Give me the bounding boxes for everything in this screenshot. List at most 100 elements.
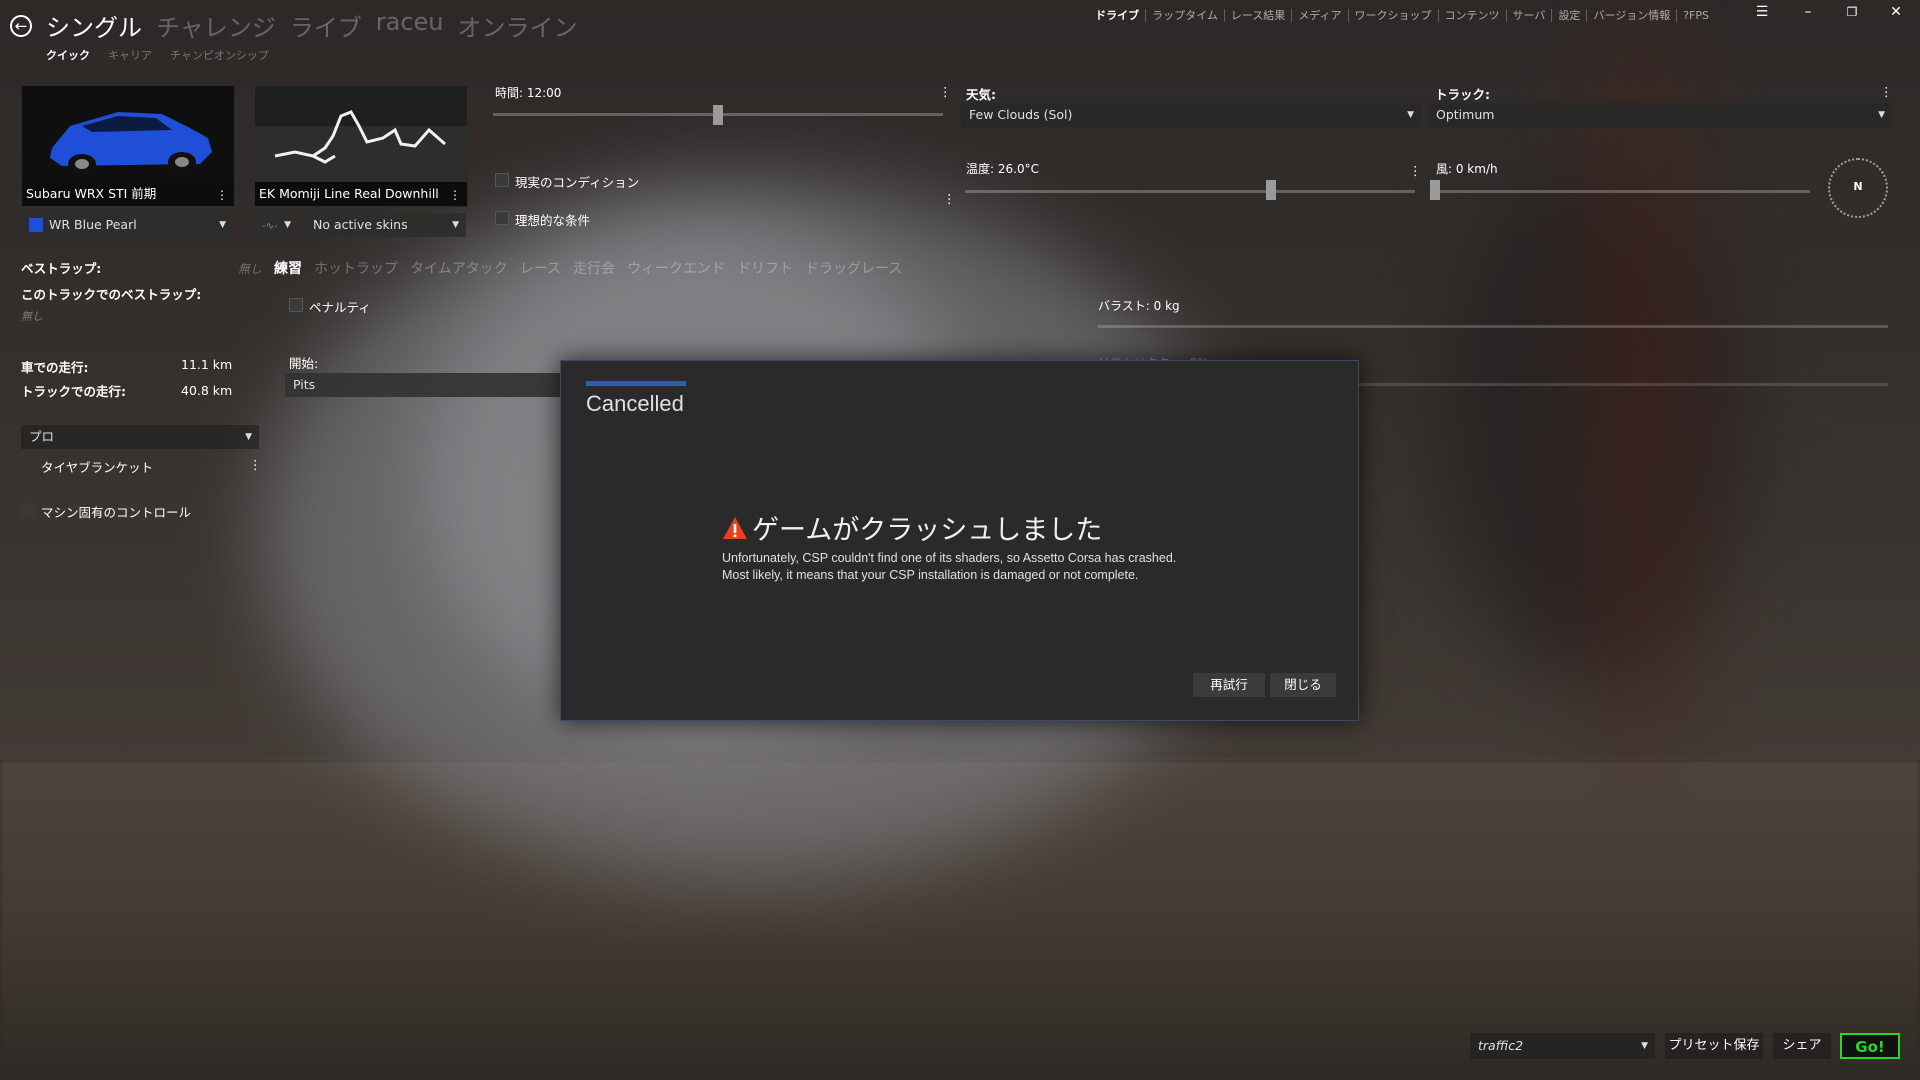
conditions-more-icon[interactable]: ⋮	[943, 191, 956, 206]
temperature-slider[interactable]	[965, 190, 1415, 193]
save-preset-button[interactable]: プリセット保存	[1665, 1033, 1763, 1059]
temperature-more-icon[interactable]: ⋮	[1409, 163, 1422, 178]
track-distance-value: 40.8 km	[181, 383, 233, 398]
track-state-select[interactable]: Optimum ▼	[1428, 103, 1892, 127]
time-more-icon[interactable]: ⋮	[939, 84, 952, 99]
track-card[interactable]: EK Momiji Line Real Downhill ⋮	[254, 85, 468, 207]
menu-icon[interactable]: ☰	[1750, 4, 1774, 20]
preset-select[interactable]: traffic2 ▼	[1470, 1033, 1655, 1059]
car-card[interactable]: Subaru WRX STI 前期 ⋮	[21, 85, 235, 207]
car-more-icon[interactable]: ⋮	[216, 188, 228, 202]
mode-drag[interactable]: ドラッグレース	[805, 258, 902, 278]
mode-hotlap[interactable]: ホットラップ	[314, 258, 398, 278]
nav-workshop[interactable]: ワークショップ	[1347, 9, 1438, 22]
best-lap-value: 無し	[21, 310, 43, 323]
time-slider-thumb[interactable]	[713, 105, 723, 125]
mode-drift[interactable]: ドリフト	[737, 258, 793, 278]
subtab-career[interactable]: キャリア	[108, 47, 152, 63]
wind-slider[interactable]	[1430, 190, 1810, 193]
main-tabs: シングル チャレンジ ライブ raceu オンライン	[46, 8, 578, 43]
share-button[interactable]: シェア	[1773, 1033, 1831, 1059]
dialog-headline-text: ゲームがクラッシュしました	[752, 515, 1103, 546]
nav-media[interactable]: メディア	[1291, 9, 1347, 22]
restore-icon[interactable]: ❐	[1840, 5, 1864, 19]
chevron-down-icon: ▼	[245, 432, 252, 442]
assist-preset-value: プロ	[29, 429, 55, 444]
chevron-down-icon: ▼	[219, 220, 226, 230]
wind-label: 風: 0 km/h	[1436, 162, 1498, 176]
mode-none[interactable]: 無し	[238, 258, 262, 278]
ideal-conditions-checkbox[interactable]	[495, 211, 509, 225]
track-thumbnail	[255, 86, 467, 182]
car-name: Subaru WRX STI 前期	[22, 182, 234, 206]
nav-results[interactable]: レース結果	[1223, 9, 1291, 22]
subtab-quick[interactable]: クイック	[46, 47, 90, 63]
nav-about[interactable]: バージョン情報	[1586, 9, 1676, 22]
minimize-icon[interactable]: –	[1796, 4, 1820, 20]
car-skin-select[interactable]: WR Blue Pearl ▼	[21, 213, 233, 237]
car-distance-label: 車での走行:	[21, 360, 89, 375]
nav-fps[interactable]: ?FPS	[1676, 9, 1715, 22]
weather-value: Few Clouds (Sol)	[969, 107, 1073, 122]
time-label: 時間: 12:00	[495, 86, 562, 100]
real-conditions-checkbox[interactable]	[495, 173, 509, 187]
chevron-down-icon: ▼	[1878, 110, 1885, 120]
dialog-title: Cancelled	[586, 391, 684, 416]
temperature-label: 温度: 26.0°C	[966, 162, 1039, 176]
penalty-checkbox[interactable]	[289, 298, 303, 312]
car-specific-checkbox[interactable]	[21, 503, 35, 517]
mode-weekend[interactable]: ウィークエンド	[627, 258, 725, 278]
tab-live[interactable]: ライブ	[290, 8, 362, 43]
penalty-label: ペナルティ	[309, 300, 371, 315]
restrictor-slider[interactable]	[1358, 383, 1888, 386]
subtab-championship[interactable]: チャンピオンシップ	[170, 47, 269, 63]
wind-direction-compass[interactable]: N	[1828, 158, 1888, 218]
dialog-accent-bar	[586, 381, 686, 386]
tab-raceu[interactable]: raceu	[376, 8, 444, 43]
ballast-label: バラスト: 0 kg	[1098, 299, 1180, 313]
tyre-blanket-checkbox[interactable]	[25, 458, 39, 472]
mode-practice[interactable]: 練習	[274, 258, 302, 278]
wind-slider-thumb[interactable]	[1430, 180, 1440, 200]
nav-servers[interactable]: サーバ	[1505, 9, 1552, 22]
track-skin-value: No active skins	[313, 217, 408, 232]
nav-laptimes[interactable]: ラップタイム	[1145, 9, 1224, 22]
sub-tabs: クイック キャリア チャンピオンシップ	[46, 47, 269, 63]
go-button[interactable]: Go!	[1840, 1033, 1900, 1059]
mode-trackday[interactable]: 走行会	[573, 258, 615, 278]
tab-challenge[interactable]: チャレンジ	[156, 8, 276, 43]
start-position-select[interactable]: Pits	[285, 373, 565, 397]
compass-north-label: N	[1853, 180, 1863, 193]
start-position-value: Pits	[293, 377, 316, 392]
nav-settings[interactable]: 設定	[1551, 9, 1586, 22]
assist-preset-select[interactable]: プロ ▼	[21, 425, 259, 449]
car-skin-value: WR Blue Pearl	[49, 217, 137, 232]
tab-single[interactable]: シングル	[46, 8, 142, 43]
chevron-down-icon: ▼	[284, 220, 291, 230]
track-layout-select[interactable]: -∿- ▼	[254, 213, 298, 237]
tab-online[interactable]: オンライン	[458, 8, 578, 43]
nav-drive[interactable]: ドライブ	[1089, 9, 1145, 22]
track-state-more-icon[interactable]: ⋮	[1880, 84, 1893, 99]
track-layout-value: -∿-	[262, 221, 278, 232]
nav-content[interactable]: コンテンツ	[1437, 9, 1506, 22]
mode-race[interactable]: レース	[520, 258, 561, 278]
track-state-label: トラック:	[1435, 87, 1490, 102]
mode-timeattack[interactable]: タイムアタック	[410, 258, 508, 278]
dialog-headline: ゲームがクラッシュしました	[722, 508, 1102, 547]
track-skin-select[interactable]: No active skins ▼	[305, 213, 466, 237]
track-name: EK Momiji Line Real Downhill	[255, 182, 467, 206]
track-state-value: Optimum	[1436, 107, 1495, 122]
warning-icon	[723, 516, 747, 539]
tyre-blanket-more-icon[interactable]: ⋮	[249, 457, 262, 472]
weather-select[interactable]: Few Clouds (Sol) ▼	[961, 103, 1421, 127]
temperature-slider-thumb[interactable]	[1266, 180, 1276, 200]
track-more-icon[interactable]: ⋮	[449, 188, 461, 202]
back-icon[interactable]: ←	[10, 15, 32, 37]
close-icon[interactable]: ✕	[1884, 4, 1908, 20]
chevron-down-icon: ▼	[1407, 110, 1414, 120]
close-button[interactable]: 閉じる	[1270, 673, 1336, 697]
ballast-slider[interactable]	[1098, 325, 1888, 328]
retry-button[interactable]: 再試行	[1193, 673, 1265, 697]
skin-color-swatch	[29, 218, 43, 232]
